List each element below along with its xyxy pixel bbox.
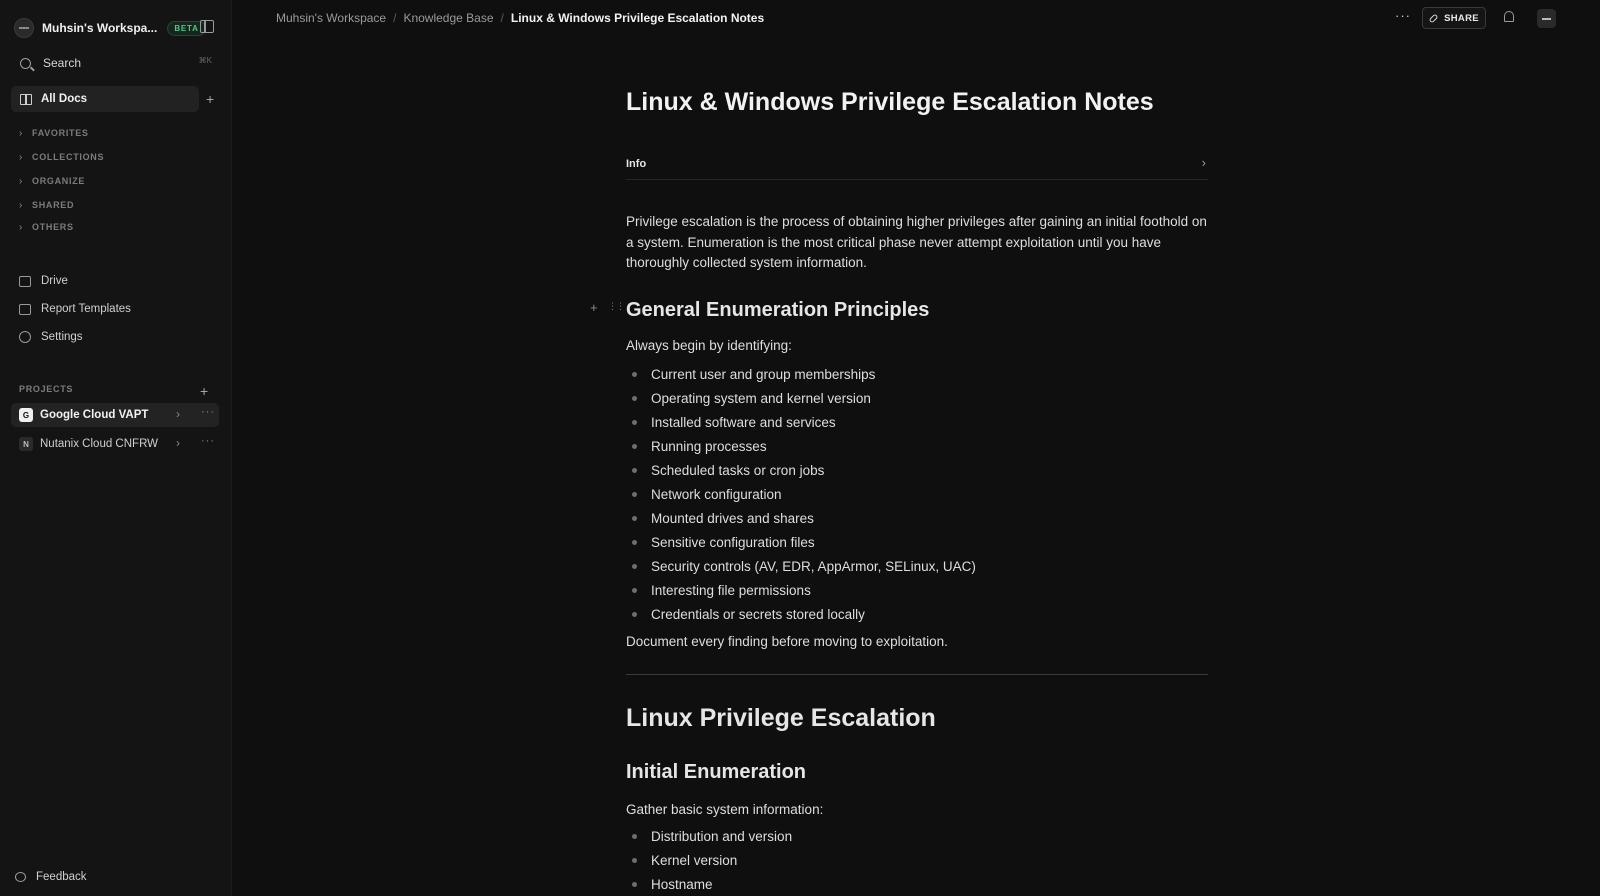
search-label: Search <box>43 56 82 70</box>
section-label: OTHERS <box>32 222 74 232</box>
section-organize[interactable]: › ORGANIZE <box>19 174 85 188</box>
section3-lead[interactable]: Gather basic system information: <box>626 800 823 821</box>
breadcrumb-separator: / <box>393 11 397 25</box>
more-options-icon[interactable]: ··· <box>1395 8 1411 23</box>
settings-icon <box>19 331 31 343</box>
section-label: ORGANIZE <box>32 176 86 186</box>
share-button[interactable]: SHARE <box>1422 7 1486 29</box>
info-label: Info <box>626 158 647 170</box>
breadcrumb: Muhsin's Workspace / Knowledge Base / Li… <box>276 11 764 25</box>
list-item[interactable]: Hostname <box>626 876 792 896</box>
feedback-button[interactable]: Feedback <box>15 871 87 883</box>
list-item[interactable]: Mounted drives and shares <box>626 510 976 534</box>
list-item[interactable]: Credentials or secrets stored locally <box>626 606 976 630</box>
chevron-right-icon: › <box>19 175 23 187</box>
more-icon[interactable]: ··· <box>201 435 215 447</box>
share-label: SHARE <box>1444 12 1479 24</box>
workspace-name: Muhsin's Workspa... <box>42 21 158 35</box>
page-title[interactable]: Linux & Windows Privilege Escalation Not… <box>626 88 1154 117</box>
all-docs-label: All Docs <box>41 93 88 105</box>
sidebar-item-settings[interactable]: Settings <box>19 328 83 346</box>
sidebar-item-report-templates[interactable]: Report Templates <box>19 300 131 318</box>
heading-initial-enumeration[interactable]: Initial Enumeration <box>626 761 806 784</box>
breadcrumb-separator: / <box>500 11 504 25</box>
project-badge: G <box>19 408 33 422</box>
breadcrumb-workspace[interactable]: Muhsin's Workspace <box>276 11 386 25</box>
section-favorites[interactable]: › FAVORITES <box>19 126 89 140</box>
section1-list: Current user and group memberships Opera… <box>626 366 976 630</box>
chevron-right-icon: › <box>19 151 23 163</box>
nav-label: Drive <box>41 275 68 287</box>
chevron-right-icon: › <box>19 127 23 139</box>
breadcrumb-knowledge-base[interactable]: Knowledge Base <box>403 11 493 25</box>
section-label: SHARED <box>32 200 75 210</box>
projects-header: PROJECTS <box>19 384 74 394</box>
project-google-cloud-vapt[interactable]: G Google Cloud VAPT › ··· <box>11 403 219 427</box>
divider <box>626 674 1208 675</box>
drive-icon <box>19 275 31 287</box>
avatar[interactable] <box>1537 9 1556 28</box>
docs-icon <box>20 93 32 105</box>
project-badge: N <box>19 437 33 451</box>
new-doc-plus-icon[interactable]: + <box>206 92 214 106</box>
drag-handle-icon[interactable]: ⋮⋮ <box>608 301 625 312</box>
more-icon[interactable]: ··· <box>201 406 215 418</box>
list-item[interactable]: Scheduled tasks or cron jobs <box>626 462 976 486</box>
list-item[interactable]: Distribution and version <box>626 828 792 852</box>
intro-paragraph[interactable]: Privilege escalation is the process of o… <box>626 212 1208 274</box>
list-item[interactable]: Operating system and kernel version <box>626 390 976 414</box>
list-item[interactable]: Kernel version <box>626 852 792 876</box>
project-nutanix-cloud-cnfrw[interactable]: N Nutanix Cloud CNFRW › ··· <box>11 432 219 456</box>
list-item[interactable]: Network configuration <box>626 486 976 510</box>
project-label: Nutanix Cloud CNFRW <box>40 438 159 450</box>
section-collections[interactable]: › COLLECTIONS <box>19 150 104 164</box>
section1-footer[interactable]: Document every finding before moving to … <box>626 632 948 653</box>
list-item[interactable]: Running processes <box>626 438 976 462</box>
app-window: Muhsin's Workspa... BETA Search ⌘K All D… <box>0 0 1600 896</box>
list-item[interactable]: Current user and group memberships <box>626 366 976 390</box>
heading-linux-privesc[interactable]: Linux Privilege Escalation <box>626 704 936 733</box>
workspace-switcher[interactable]: Muhsin's Workspa... BETA <box>14 17 220 39</box>
add-block-plus-icon[interactable]: + <box>590 300 598 315</box>
search-icon <box>20 57 31 69</box>
list-item[interactable]: Sensitive configuration files <box>626 534 976 558</box>
info-panel-toggle[interactable]: Info › <box>626 152 1208 180</box>
chevron-right-icon[interactable]: › <box>176 407 180 421</box>
chevron-right-icon[interactable]: › <box>176 436 180 450</box>
section1-lead[interactable]: Always begin by identifying: <box>626 336 792 357</box>
feedback-label: Feedback <box>36 871 87 883</box>
search-shortcut: ⌘K <box>198 56 212 65</box>
sidebar-item-all-docs[interactable]: All Docs <box>11 86 199 112</box>
chat-bubble-icon <box>15 872 26 882</box>
breadcrumb-current-doc: Linux & Windows Privilege Escalation Not… <box>510 11 765 25</box>
link-icon <box>1428 13 1439 23</box>
project-label: Google Cloud VAPT <box>40 409 149 421</box>
nav-label: Settings <box>41 331 83 343</box>
chevron-right-icon: › <box>19 199 23 211</box>
section-others[interactable]: › OTHERS <box>19 220 74 234</box>
section3-list: Distribution and version Kernel version … <box>626 828 792 896</box>
chevron-right-icon: › <box>19 221 23 233</box>
bell-icon[interactable] <box>1504 11 1514 22</box>
section-label: COLLECTIONS <box>32 152 105 162</box>
sidebar: Muhsin's Workspa... BETA Search ⌘K All D… <box>0 0 232 896</box>
add-project-plus-icon[interactable]: + <box>200 384 208 398</box>
top-bar: Muhsin's Workspace / Knowledge Base / Li… <box>232 0 1600 36</box>
section-shared[interactable]: › SHARED <box>19 198 74 212</box>
section-label: FAVORITES <box>32 128 89 138</box>
heading-general-enumeration[interactable]: General Enumeration Principles <box>626 299 929 322</box>
nav-label: Report Templates <box>41 303 131 315</box>
collapse-sidebar-icon[interactable] <box>200 20 214 33</box>
list-item[interactable]: Interesting file permissions <box>626 582 976 606</box>
templates-icon <box>19 303 31 315</box>
sidebar-item-drive[interactable]: Drive <box>19 272 68 290</box>
workspace-logo-icon <box>14 18 34 38</box>
list-item[interactable]: Security controls (AV, EDR, AppArmor, SE… <box>626 558 976 582</box>
chevron-right-icon: › <box>1201 155 1206 170</box>
search-button[interactable]: Search ⌘K <box>14 52 220 74</box>
list-item[interactable]: Installed software and services <box>626 414 976 438</box>
